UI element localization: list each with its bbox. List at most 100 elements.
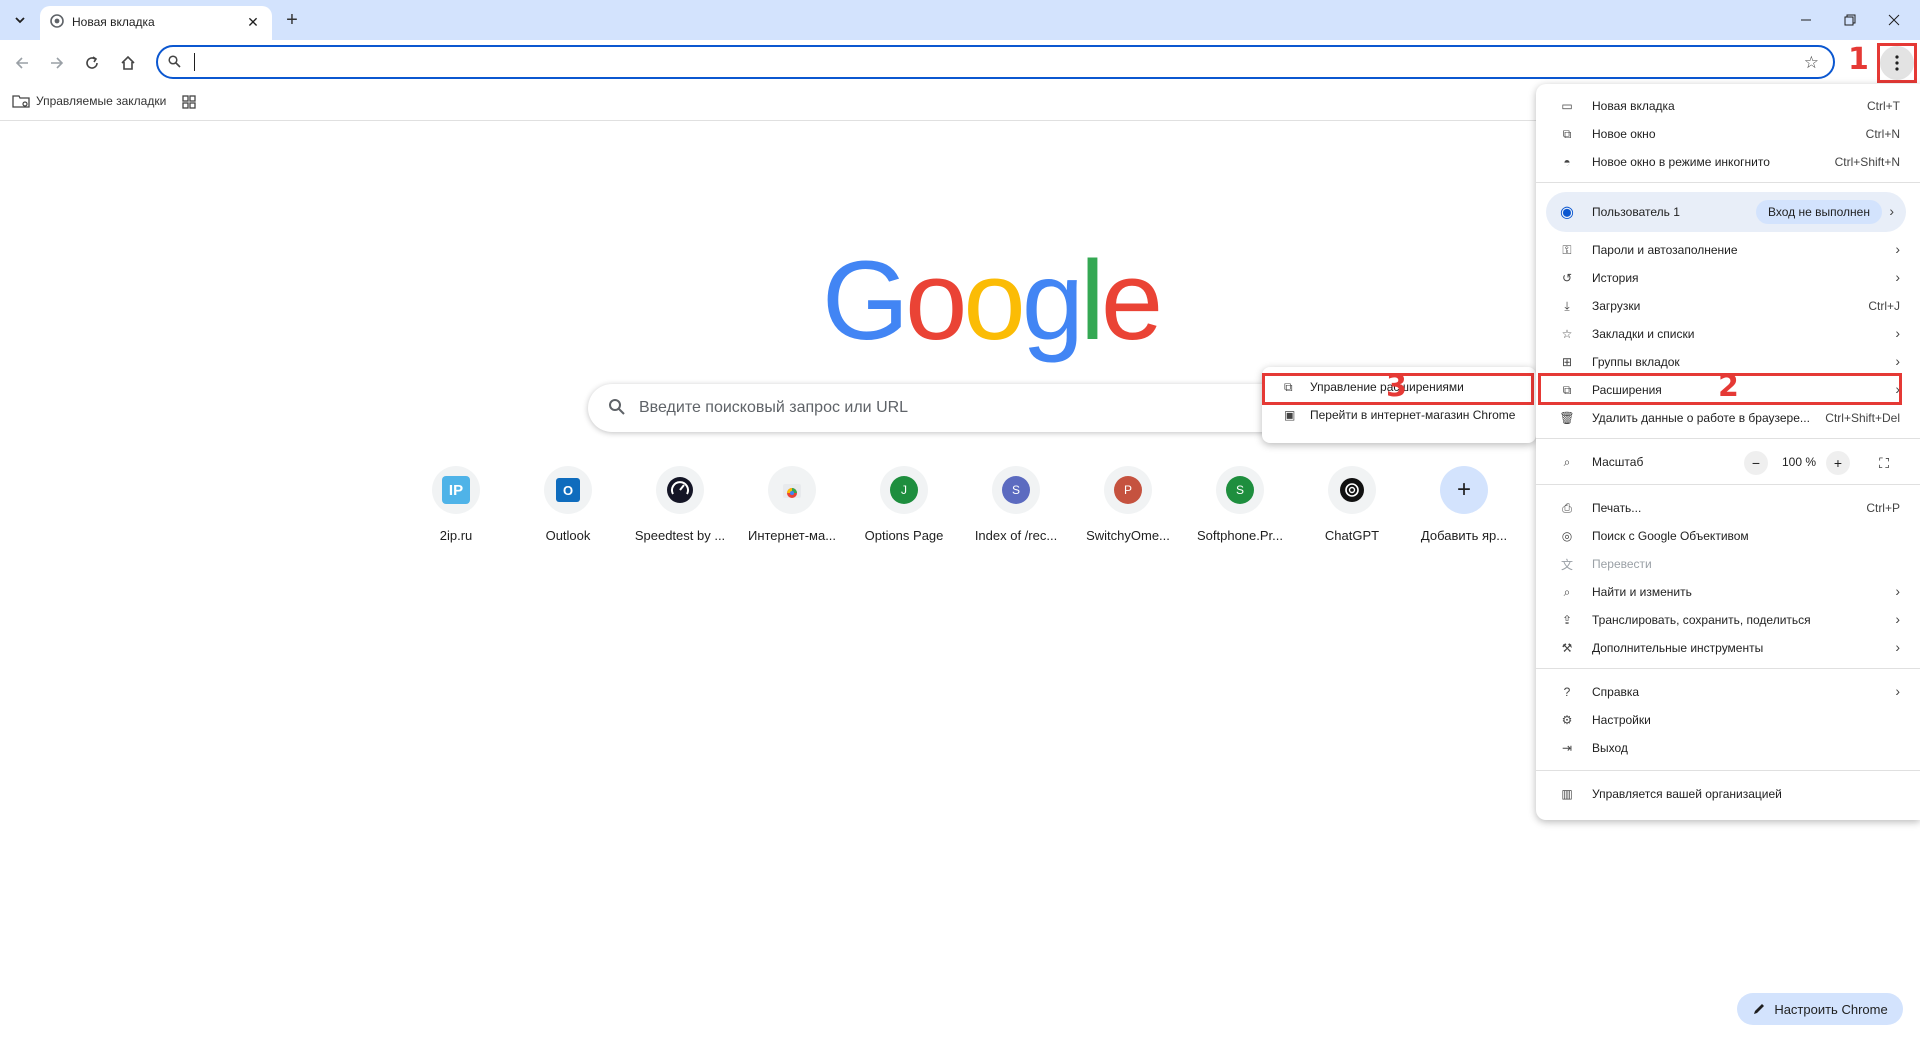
- menu-item-help[interactable]: ? Справка ›: [1536, 678, 1920, 706]
- fullscreen-button[interactable]: ⛶: [1872, 451, 1896, 475]
- chevron-down-icon: [15, 17, 25, 24]
- menu-divider: [1536, 770, 1920, 771]
- menu-item-cast-save-share[interactable]: ⇪ Транслировать, сохранить, поделиться ›: [1536, 606, 1920, 634]
- menu-item-settings[interactable]: ⚙ Настройки: [1536, 706, 1920, 734]
- managed-bookmarks-folder[interactable]: Управляемые закладки: [12, 94, 166, 108]
- menu-item-bookmarks[interactable]: ☆ Закладки и списки ›: [1536, 320, 1920, 348]
- restore-button[interactable]: [1828, 6, 1872, 34]
- incognito-icon: ◓: [1563, 155, 1571, 169]
- trash-icon: 🗑: [1559, 411, 1575, 425]
- managed-folder-icon: [12, 95, 30, 108]
- title-bar: Новая вкладка ✕ +: [0, 0, 1920, 40]
- menu-item-history[interactable]: ↺ История ›: [1536, 264, 1920, 292]
- shortcut-tile[interactable]: P SwitchyOme...: [1072, 466, 1184, 558]
- menu-item-managed[interactable]: ▥ Управляется вашей организацией: [1536, 780, 1920, 808]
- annotation-2: 2: [1718, 369, 1739, 404]
- menu-divider: [1536, 438, 1920, 439]
- new-tab-button[interactable]: +: [280, 8, 304, 32]
- chevron-right-icon: ›: [1895, 583, 1900, 599]
- toolbox-icon: ⚒: [1561, 641, 1573, 655]
- tab-search-button[interactable]: [6, 8, 34, 32]
- back-button[interactable]: [8, 49, 36, 77]
- grid-icon: ⊞: [1561, 355, 1573, 369]
- shortcut-tile[interactable]: Интернет-ма...: [736, 466, 848, 558]
- apps-grid-icon[interactable]: [182, 95, 196, 109]
- menu-item-new-tab[interactable]: ▭ Новая вкладка Ctrl+T: [1536, 92, 1920, 120]
- shortcut-tile[interactable]: Speedtest by ...: [624, 466, 736, 558]
- customize-chrome-button[interactable]: Настроить Chrome: [1737, 993, 1903, 1025]
- speedtest-icon: [656, 466, 704, 514]
- shortcut-tile[interactable]: IP 2ip.ru: [400, 466, 512, 558]
- tab-title: Новая вкладка: [72, 15, 155, 29]
- shortcut-label: Softphone.Pr...: [1196, 528, 1283, 543]
- web-store-item[interactable]: ▣ Перейти в интернет-магазин Chrome: [1262, 401, 1536, 429]
- zoom-in-button[interactable]: +: [1826, 451, 1850, 475]
- home-icon: [121, 55, 135, 70]
- reload-button[interactable]: [78, 49, 106, 77]
- tab-new-tab[interactable]: Новая вкладка ✕: [40, 6, 272, 40]
- exit-icon: ⇥: [1561, 741, 1573, 755]
- menu-item-translate: 文 Перевести: [1560, 557, 1652, 572]
- menu-item-passwords[interactable]: ⚿ Пароли и автозаполнение ›: [1536, 236, 1920, 264]
- menu-item-print[interactable]: ⎙ Печать... Ctrl+P: [1536, 494, 1920, 522]
- menu-item-incognito[interactable]: ◓ Новое окно в режиме инкогнито Ctrl+Shift…: [1536, 148, 1920, 176]
- minimize-button[interactable]: [1784, 6, 1828, 34]
- chevron-right-icon: ›: [1895, 269, 1900, 285]
- google-logo: Google: [822, 238, 1163, 363]
- key-icon: ⚿: [1562, 242, 1572, 257]
- chevron-right-icon: ›: [1895, 325, 1900, 341]
- shortcut-label: Интернет-ма...: [747, 528, 837, 543]
- ip-icon: IP: [432, 466, 480, 514]
- letter-avatar: J: [890, 476, 918, 504]
- chevron-right-icon: ›: [1889, 203, 1894, 219]
- shortcut-label: 2ip.ru: [439, 528, 473, 543]
- chrome-menu-button[interactable]: [1880, 46, 1914, 80]
- profile-name: Пользователь 1: [1592, 205, 1680, 219]
- chevron-right-icon: ›: [1895, 241, 1900, 257]
- chevron-right-icon: ›: [1895, 611, 1900, 627]
- menu-item-profile[interactable]: ◉ Пользователь 1 Вход не выполнен ›: [1546, 192, 1906, 232]
- menu-item-find[interactable]: ⌕ Найти и изменить ›: [1536, 578, 1920, 606]
- chevron-right-icon: ›: [1895, 353, 1900, 369]
- reload-icon: [86, 56, 98, 69]
- shortcut-tile[interactable]: S Index of /rec...: [960, 466, 1072, 558]
- shortcut-tile[interactable]: O Outlook: [512, 466, 624, 558]
- search-box[interactable]: Введите поисковый запрос или URL: [588, 384, 1306, 432]
- shortcut-tile[interactable]: S Softphone.Pr...: [1184, 466, 1296, 558]
- forward-button[interactable]: [43, 49, 71, 77]
- building-icon: ▥: [1561, 787, 1573, 801]
- signin-status-badge: Вход не выполнен: [1756, 200, 1882, 224]
- menu-item-clear-data[interactable]: 🗑 Удалить данные о работе в браузере... Ct…: [1536, 404, 1920, 432]
- chevron-right-icon: ›: [1895, 639, 1900, 655]
- plus-icon: +: [1440, 466, 1488, 514]
- letter-avatar: S: [1002, 476, 1030, 504]
- close-window-button[interactable]: [1872, 6, 1916, 34]
- shortcut-tile[interactable]: J Options Page: [848, 466, 960, 558]
- shortcut-label: Outlook: [545, 528, 591, 543]
- toolbar: ☆ 1: [0, 40, 1920, 86]
- close-tab-icon[interactable]: ✕: [244, 13, 262, 31]
- text-caret: [194, 53, 195, 71]
- bookmark-star-icon[interactable]: ☆: [1804, 53, 1819, 73]
- search-placeholder: Введите поисковый запрос или URL: [639, 399, 909, 416]
- zoom-out-button[interactable]: −: [1744, 451, 1768, 475]
- new-window-icon: ⧉: [1562, 126, 1572, 141]
- new-tab-icon: ▭: [1561, 99, 1573, 113]
- menu-item-more-tools[interactable]: ⚒ Дополнительные инструменты ›: [1536, 634, 1920, 662]
- menu-item-new-window[interactable]: ⧉ Новое окно Ctrl+N: [1536, 120, 1920, 148]
- address-bar[interactable]: ☆: [156, 45, 1835, 79]
- shortcut-label: SwitchyOme...: [1086, 528, 1170, 543]
- search-icon: [168, 55, 181, 68]
- menu-item-exit[interactable]: ⇥ Выход: [1536, 734, 1920, 762]
- menu-item-google-lens[interactable]: ◎ Поиск с Google Объективом: [1536, 522, 1920, 550]
- shortcut-label: Index of /rec...: [974, 528, 1058, 543]
- home-button[interactable]: [114, 49, 142, 77]
- printer-icon: ⎙: [1562, 500, 1572, 515]
- annotation-1: 1: [1848, 42, 1869, 77]
- add-shortcut-tile[interactable]: + Добавить яр...: [1408, 466, 1520, 558]
- shortcut-tile[interactable]: ChatGPT: [1296, 466, 1408, 558]
- shortcut-label: Options Page: [864, 528, 944, 543]
- menu-item-downloads[interactable]: ⤓ Загрузки Ctrl+J: [1536, 292, 1920, 320]
- menu-divider: [1536, 484, 1920, 485]
- account-circle-icon: ◉: [1560, 204, 1574, 221]
